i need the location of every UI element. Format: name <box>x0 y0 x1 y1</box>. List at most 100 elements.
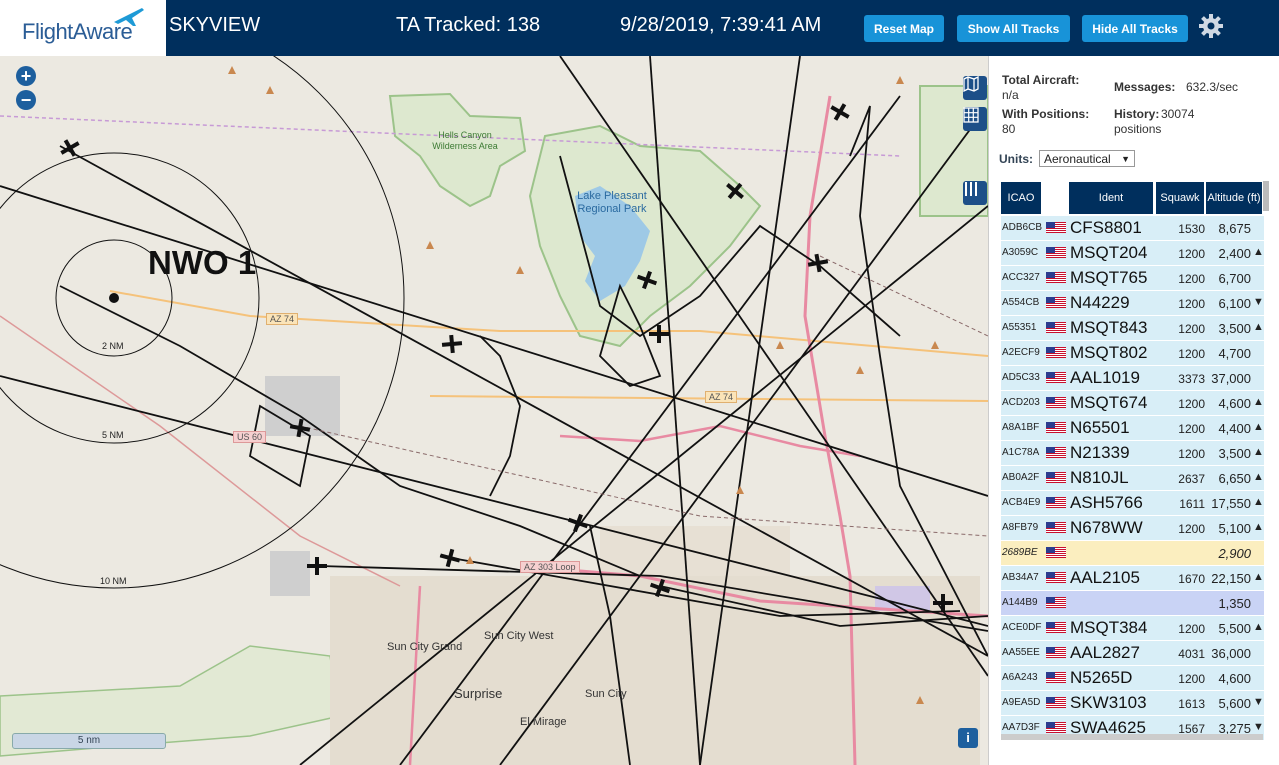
ident-cell: AAL1019 <box>1070 368 1140 387</box>
table-row[interactable]: A8FB79 N678WW 1200 5,100 ▲ <box>1001 516 1264 540</box>
column-header-altitude[interactable]: Altitude (ft) <box>1206 182 1262 214</box>
messages-value: 632.3/sec <box>1186 80 1239 94</box>
show-all-tracks-button[interactable]: Show All Tracks <box>957 15 1070 42</box>
place-label: Sun City <box>585 688 627 700</box>
icao-cell: A3059C <box>1002 247 1039 258</box>
total-aircraft-value: n/a <box>1002 88 1019 102</box>
grid-icon <box>963 107 979 123</box>
place-label: Surprise <box>454 686 503 701</box>
table-row[interactable]: ACE0DF MSQT384 1200 5,500 ▲ <box>1001 616 1264 640</box>
table-row[interactable]: A2ECF9 MSQT802 1200 4,700 <box>1001 341 1264 365</box>
squawk-cell: 4031 <box>1178 647 1205 661</box>
table-row[interactable]: A3059C MSQT204 1200 2,400 ▲ <box>1001 241 1264 265</box>
gear-icon[interactable] <box>1198 13 1224 39</box>
altitude-trend-icon: ▲ <box>1253 446 1264 458</box>
altitude-cell: 36,000 <box>1211 646 1251 661</box>
column-header-ident[interactable]: Ident <box>1069 182 1153 214</box>
column-header-squawk[interactable]: Squawk <box>1156 182 1204 214</box>
flightaware-logo[interactable]: FlightAware <box>0 0 166 56</box>
us-flag-icon <box>1046 472 1066 483</box>
site-label: NWO 1 <box>148 244 257 281</box>
icao-cell: AB34A7 <box>1002 572 1039 583</box>
ident-cell: N21339 <box>1070 443 1130 462</box>
icao-cell: A9EA5D <box>1002 697 1041 708</box>
table-row[interactable]: AA55EE AAL2827 4031 36,000 <box>1001 641 1264 665</box>
table-row[interactable]: 2689BE 2,900 <box>1001 541 1264 565</box>
altitude-trend-icon: ▼ <box>1253 296 1264 308</box>
us-flag-icon <box>1046 647 1066 658</box>
ident-cell: AAL2827 <box>1070 643 1140 662</box>
table-row[interactable]: ACD203 MSQT674 1200 4,600 ▲ <box>1001 391 1264 415</box>
with-positions-label: With Positions: <box>1002 107 1090 121</box>
table-row[interactable]: AB0A2F N810JL 2637 6,650 ▲ <box>1001 466 1264 490</box>
table-row[interactable]: ACB4E9 ASH5766 1611 17,550 ▲ <box>1001 491 1264 515</box>
us-flag-icon <box>1046 222 1066 233</box>
table-scrollbar[interactable] <box>1263 181 1269 211</box>
ident-cell: N65501 <box>1070 418 1130 437</box>
altitude-trend-icon: ▼ <box>1253 721 1264 733</box>
zoom-out-button[interactable]: − <box>16 90 36 110</box>
icao-cell: ACC327 <box>1002 272 1040 283</box>
altitude-trend-icon: ▼ <box>1253 696 1264 708</box>
ring-label-10nm: 10 NM <box>100 576 127 586</box>
altitude-trend-icon: ▲ <box>1253 521 1264 533</box>
icao-cell: ADB6CB <box>1002 222 1043 233</box>
altitude-cell: 4,600 <box>1218 671 1251 686</box>
with-positions-value: 80 <box>1002 122 1016 136</box>
units-label: Units: <box>999 152 1033 166</box>
table-row[interactable]: A8A1BF N65501 1200 4,400 ▲ <box>1001 416 1264 440</box>
zoom-in-button[interactable]: + <box>16 66 36 86</box>
us-flag-icon <box>1046 722 1066 733</box>
altitude-trend-icon: ▲ <box>1253 321 1264 333</box>
ident-cell: N5265D <box>1070 668 1133 687</box>
icao-cell: A8FB79 <box>1002 522 1039 533</box>
ident-cell: ASH5766 <box>1070 493 1143 512</box>
ident-cell: MSQT843 <box>1070 318 1148 337</box>
place-label: Lake Pleasant Regional Park <box>577 190 647 215</box>
table-row[interactable]: ACC327 MSQT765 1200 6,700 <box>1001 266 1264 290</box>
road-label: AZ 303 Loop <box>520 561 580 573</box>
ident-cell: AAL2105 <box>1070 568 1140 587</box>
icao-cell: AD5C33 <box>1002 372 1040 383</box>
table-row[interactable]: A55351 MSQT843 1200 3,500 ▲ <box>1001 316 1264 340</box>
info-button[interactable]: i <box>958 728 978 748</box>
table-row[interactable]: ADB6CB CFS8801 1530 8,675 <box>1001 216 1264 240</box>
table-row[interactable]: AD5C33 AAL1019 3373 37,000 <box>1001 366 1264 390</box>
map-layers-button[interactable] <box>963 76 987 100</box>
table-row[interactable]: A1C78A N21339 1200 3,500 ▲ <box>1001 441 1264 465</box>
table-horizontal-scrollbar[interactable] <box>1001 734 1263 740</box>
us-flag-icon <box>1046 522 1066 533</box>
table-row[interactable]: AB34A7 AAL2105 1670 22,150 ▲ <box>1001 566 1264 590</box>
squawk-cell: 1200 <box>1178 422 1205 436</box>
table-row[interactable]: A554CB N44229 1200 6,100 ▼ <box>1001 291 1264 315</box>
icao-cell: A1C78A <box>1002 447 1040 458</box>
ident-cell: MSQT204 <box>1070 243 1148 262</box>
columns-toggle-button[interactable] <box>963 181 987 205</box>
logo-plane-icon <box>114 8 144 26</box>
altitude-cell: 2,900 <box>1218 546 1251 561</box>
table-row[interactable]: A6A243 N5265D 1200 4,600 <box>1001 666 1264 690</box>
altitude-cell: 17,550 <box>1211 496 1251 511</box>
altitude-cell: 8,675 <box>1218 221 1251 236</box>
altitude-cell: 4,400 <box>1218 421 1251 436</box>
table-row[interactable]: A144B9 1,350 <box>1001 591 1264 615</box>
altitude-cell: 6,700 <box>1218 271 1251 286</box>
map-canvas <box>0 56 988 765</box>
altitude-cell: 5,500 <box>1218 621 1251 636</box>
map-view[interactable]: NWO 1 2 NM 5 NM 10 NM Hells Canyon Wilde… <box>0 56 988 765</box>
altitude-trend-icon: ▲ <box>1253 621 1264 633</box>
us-flag-icon <box>1046 372 1066 383</box>
altitude-cell: 5,100 <box>1218 521 1251 536</box>
app-name: SKYVIEW <box>169 14 261 36</box>
reset-map-button[interactable]: Reset Map <box>864 15 944 42</box>
grid-toggle-button[interactable] <box>963 107 987 131</box>
ident-cell: MSQT384 <box>1070 618 1148 637</box>
hide-all-tracks-button[interactable]: Hide All Tracks <box>1082 15 1188 42</box>
table-row[interactable]: A9EA5D SKW3103 1613 5,600 ▼ <box>1001 691 1264 715</box>
us-flag-icon <box>1046 572 1066 583</box>
ta-tracked-count: TA Tracked: 138 <box>396 14 541 36</box>
column-header-icao[interactable]: ICAO <box>1001 182 1041 214</box>
altitude-cell: 4,700 <box>1218 346 1251 361</box>
units-select[interactable]: Aeronautical ▼ <box>1039 150 1135 167</box>
altitude-cell: 5,600 <box>1218 696 1251 711</box>
